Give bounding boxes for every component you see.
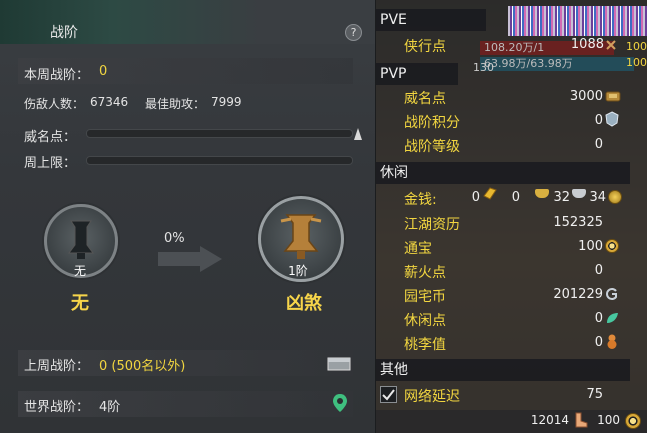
gourd-icon (607, 334, 617, 349)
prestige-progress-bar (86, 129, 353, 138)
prestige-points-label: 威名点 (404, 91, 446, 107)
world-rank-label: 世界战阶： (24, 400, 90, 415)
money-copper-value: 34 (589, 190, 606, 205)
progress-percent: 0% (164, 231, 185, 246)
prestige-points-value: 3000 (569, 89, 603, 104)
bottom-value-2: 100 (597, 413, 620, 427)
other-section-header: 其他 (376, 359, 630, 381)
jianghu-value: 152325 (553, 215, 603, 230)
firewood-value: 0 (594, 263, 603, 278)
help-button[interactable]: ? (345, 24, 362, 41)
battle-level-value: 0 (594, 137, 603, 152)
battle-rank-panel: 战阶 ? 本周战阶： 0 伤敌人数： 67346 最佳助攻： 7999 威名点：… (0, 0, 376, 433)
battle-points-value: 0 (594, 113, 603, 128)
tongbao-coin-icon (605, 239, 619, 253)
close-x-icon (606, 40, 616, 50)
kills-value: 67346 (90, 95, 129, 109)
weekly-rank-label: 本周战阶： (24, 68, 90, 83)
assist-label: 最佳助攻： (145, 97, 206, 111)
mp-bar: 63.98万/63.98万 (480, 57, 634, 71)
pve-section-header: PVE (376, 9, 486, 31)
cap-marker-icon (354, 128, 362, 140)
kills-label: 伤敌人数： (24, 97, 85, 111)
checkmark-icon (382, 389, 395, 401)
leisure-points-label: 休闲点 (404, 313, 446, 329)
leisure-section-header: 休闲 (376, 162, 630, 184)
edge-value-2: 100 (626, 56, 647, 69)
battle-points-label: 战阶积分 (404, 115, 460, 131)
latency-checkbox[interactable] (380, 386, 397, 403)
jianghu-label: 江湖资历 (404, 217, 460, 233)
weekly-cap-label: 周上限： (24, 156, 77, 171)
next-medal-label: 1阶 (288, 264, 308, 278)
boot-icon (575, 412, 588, 428)
battle-crest-icon (605, 111, 619, 127)
world-rank-value: 4阶 (99, 400, 121, 415)
next-rank-name: 凶煞 (286, 293, 322, 314)
tongbao-label: 通宝 (404, 241, 432, 257)
progress-arrow (158, 252, 200, 266)
taoli-value: 0 (594, 335, 603, 350)
garden-coin-icon (606, 288, 617, 300)
current-rank-name: 无 (71, 293, 89, 314)
money-silver-value: 32 (553, 190, 570, 205)
taoli-label: 桃李值 (404, 337, 446, 353)
bottom-value-1: 12014 (530, 413, 569, 427)
last-week-value: 0 (500名以外) (99, 359, 186, 374)
currency-panel: 108.20万/1 63.98万/63.98万 130 100 100 PVE … (376, 0, 647, 433)
money-big-value: 0 (511, 190, 520, 205)
copper-coin-icon (608, 190, 622, 204)
level-badge: 130 (473, 61, 494, 74)
firewood-label: 薪火点 (404, 265, 446, 281)
game-scene-background (508, 6, 647, 36)
pvp-section-header: PVP (376, 63, 458, 85)
chivalry-value: 1088 (570, 37, 604, 52)
weekly-rank-value: 0 (99, 64, 108, 79)
edge-value-1: 100 (626, 40, 647, 53)
latency-value: 75 (586, 387, 603, 402)
ranking-chest-icon[interactable] (327, 355, 351, 371)
tongbao-value: 100 (578, 239, 603, 254)
gold-bar-icon (483, 187, 497, 200)
leisure-points-value: 0 (594, 311, 603, 326)
prestige-token-icon (605, 91, 621, 102)
bottom-coin-icon (625, 413, 641, 429)
leaf-icon (607, 313, 618, 323)
assist-value: 7999 (211, 95, 242, 109)
garden-coin-value: 201229 (553, 287, 603, 302)
battle-level-label: 战阶等级 (404, 139, 460, 155)
arrow-head-icon (200, 246, 222, 272)
money-label: 金钱: (404, 192, 437, 208)
garden-coin-label: 园宅币 (404, 289, 446, 305)
location-pin-icon[interactable] (332, 393, 348, 413)
panel-title: 战阶 (50, 25, 78, 41)
weekly-cap-bar (86, 156, 353, 165)
current-medal-label: 无 (73, 264, 86, 278)
prestige-label: 威名点： (24, 130, 77, 145)
latency-label: 网络延迟 (404, 389, 460, 405)
last-week-label: 上周战阶： (24, 359, 90, 374)
money-gold-value: 0 (471, 190, 480, 205)
chivalry-label: 侠行点 (404, 39, 446, 55)
